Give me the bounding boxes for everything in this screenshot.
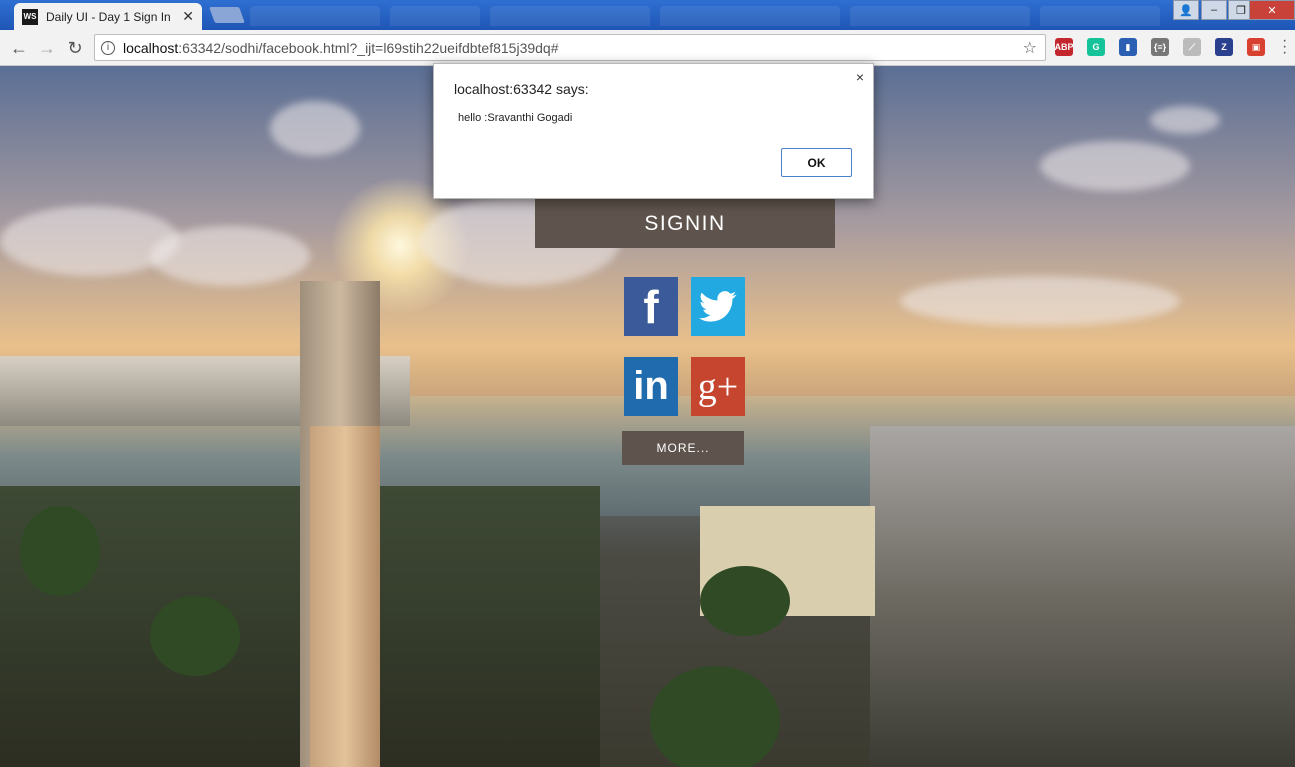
dialog-close-icon[interactable]: × bbox=[856, 69, 864, 85]
minimize-icon[interactable]: – bbox=[1201, 0, 1227, 20]
background-tab[interactable] bbox=[250, 6, 380, 26]
browser-titlebar: WS Daily UI - Day 1 Sign In ✕ 👤 – ❐ ✕ bbox=[0, 0, 1295, 30]
trees bbox=[700, 566, 790, 636]
browser-toolbar: ← → ↻ i localhost:63342/sodhi/facebook.h… bbox=[0, 30, 1295, 66]
forward-arrow-icon[interactable]: → bbox=[36, 37, 58, 59]
dialog-ok-button[interactable]: OK bbox=[781, 148, 852, 177]
background-tab[interactable] bbox=[490, 6, 650, 26]
alert-dialog: × localhost:63342 says: hello :Sravanthi… bbox=[433, 63, 874, 199]
twitter-icon bbox=[699, 290, 737, 322]
cloud bbox=[0, 206, 180, 276]
dialog-message: hello :Sravanthi Gogadi bbox=[458, 112, 573, 124]
browser-menu-icon[interactable]: · · · bbox=[1282, 33, 1287, 61]
background-tab[interactable] bbox=[390, 6, 480, 26]
site-info-icon[interactable]: i bbox=[101, 40, 115, 55]
profile-icon[interactable]: 👤 bbox=[1173, 0, 1199, 20]
trees bbox=[150, 596, 240, 676]
trees bbox=[20, 506, 100, 596]
tab-title: Daily UI - Day 1 Sign In bbox=[46, 9, 171, 24]
bookmark-extension-icon[interactable]: ▮ bbox=[1119, 38, 1137, 56]
address-url[interactable]: localhost:63342/sodhi/facebook.html?_ijt… bbox=[123, 40, 1023, 56]
facebook-button[interactable]: f bbox=[624, 277, 678, 336]
webstorm-favicon-icon: WS bbox=[22, 8, 38, 25]
browser-tab-active[interactable]: WS Daily UI - Day 1 Sign In ✕ bbox=[14, 3, 202, 30]
city-right bbox=[870, 426, 1295, 767]
trees bbox=[650, 666, 780, 767]
background-tab[interactable] bbox=[1040, 6, 1160, 26]
googleplus-icon: g+ bbox=[697, 365, 739, 408]
adblock-plus-icon[interactable]: ABP bbox=[1055, 38, 1074, 56]
dialog-heading: localhost:63342 says: bbox=[454, 81, 589, 97]
signin-button[interactable]: SIGNIN bbox=[535, 199, 835, 248]
cloud bbox=[270, 101, 360, 156]
json-viewer-icon[interactable]: {≡} bbox=[1151, 38, 1169, 56]
linkedin-button[interactable]: in bbox=[624, 357, 678, 416]
linkedin-icon: in bbox=[633, 364, 669, 408]
reload-icon[interactable]: ↻ bbox=[64, 37, 86, 59]
cloud bbox=[1040, 141, 1190, 191]
cloud bbox=[1150, 106, 1220, 134]
background-tab[interactable] bbox=[850, 6, 1030, 26]
zotero-icon[interactable]: Z bbox=[1215, 38, 1233, 56]
background-tab[interactable] bbox=[660, 6, 840, 26]
extension-red-icon[interactable]: ▣ bbox=[1247, 38, 1265, 56]
window-close-icon[interactable]: ✕ bbox=[1249, 0, 1295, 20]
cloud bbox=[150, 226, 310, 286]
tab-close-icon[interactable]: ✕ bbox=[182, 8, 194, 25]
elevator-pillar bbox=[310, 426, 380, 767]
cloud bbox=[900, 276, 1180, 326]
bookmark-star-icon[interactable]: ☆ bbox=[1023, 38, 1037, 58]
grammarly-icon[interactable]: G bbox=[1087, 38, 1105, 56]
googleplus-button[interactable]: g+ bbox=[691, 357, 745, 416]
back-arrow-icon[interactable]: ← bbox=[8, 37, 30, 59]
new-tab-button[interactable] bbox=[209, 7, 245, 23]
facebook-icon: f bbox=[643, 280, 659, 333]
address-bar[interactable]: i localhost:63342/sodhi/facebook.html?_i… bbox=[94, 34, 1046, 61]
more-button[interactable]: MORE... bbox=[622, 431, 744, 465]
stylus-icon[interactable]: ⟋ bbox=[1183, 38, 1201, 56]
twitter-button[interactable] bbox=[691, 277, 745, 336]
